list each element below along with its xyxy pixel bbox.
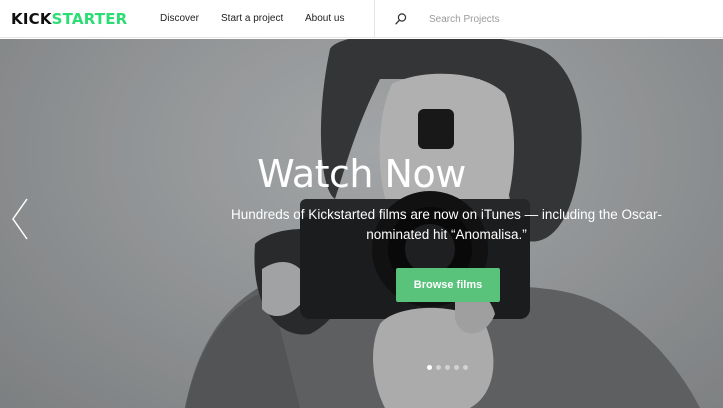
hero-title: Watch Now bbox=[257, 152, 466, 196]
hero-carousel: Watch Now Hundreds of Kickstarted films … bbox=[0, 39, 723, 408]
hero-subtitle: Hundreds of Kickstarted films are now on… bbox=[231, 207, 662, 242]
nav-discover[interactable]: Discover bbox=[160, 13, 199, 25]
nav-about-us[interactable]: About us bbox=[305, 13, 344, 25]
carousel-dot[interactable] bbox=[427, 365, 432, 370]
nav-start-project[interactable]: Start a project bbox=[221, 13, 283, 25]
carousel-dot[interactable] bbox=[436, 365, 441, 370]
carousel-dot[interactable] bbox=[463, 365, 468, 370]
carousel-dot[interactable] bbox=[445, 365, 450, 370]
search-input[interactable] bbox=[424, 10, 714, 28]
carousel-prev-arrow-icon[interactable] bbox=[10, 197, 30, 241]
header-bar: KICKSTARTER Discover Start a project Abo… bbox=[0, 0, 723, 38]
logo-part-starter: STARTER bbox=[51, 10, 128, 28]
carousel-dot[interactable] bbox=[454, 365, 459, 370]
logo-part-kick: KICK bbox=[11, 10, 52, 28]
browse-films-button[interactable]: Browse films bbox=[396, 268, 500, 302]
kickstarter-logo[interactable]: KICKSTARTER bbox=[11, 10, 127, 28]
search-icon[interactable] bbox=[394, 12, 408, 26]
nav-divider bbox=[374, 0, 375, 38]
